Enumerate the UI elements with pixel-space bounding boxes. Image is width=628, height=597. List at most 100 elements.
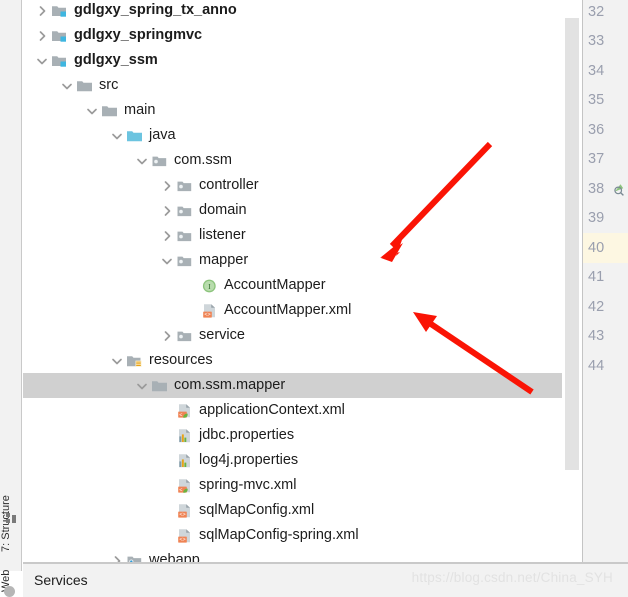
tree-row[interactable]: <> sqlMapConfig-spring.xml [23,523,572,548]
module-folder-icon [51,53,69,69]
tree-row-label: controller [199,177,259,193]
chevron-down-icon[interactable] [160,254,174,268]
gutter-line-number: 43 [588,328,605,345]
tree-row-label: resources [149,352,213,368]
gutter-line-row[interactable]: 43 [583,322,628,352]
tree-row[interactable]: resources [23,348,572,373]
properties-file-icon [176,428,194,444]
spring-xml-file-icon: < [176,478,194,494]
tree-row[interactable]: listener [23,223,572,248]
gutter-line-row[interactable]: 34 [583,56,628,86]
tree-row[interactable]: mapper [23,248,572,273]
gutter-line-row[interactable]: 33 [583,27,628,57]
tree-row-label: spring-mvc.xml [199,477,297,493]
chevron-right-icon[interactable] [35,29,49,43]
folder-icon [151,378,169,394]
svg-text:<>: <> [179,537,185,543]
gutter-line-row[interactable]: 42 [583,292,628,322]
gutter-line-row[interactable]: 32 [583,0,628,27]
package-icon [176,228,194,244]
chevron-down-icon[interactable] [60,79,74,93]
editor-line-number-gutter: 32 33 34 35 36 37 38 39 40 41 42 43 44 [583,0,628,562]
tree-row[interactable]: service [23,323,572,348]
chevron-right-icon[interactable] [160,229,174,243]
gutter-line-row[interactable]: 44 [583,351,628,381]
spring-xml-file-icon: < [176,403,194,419]
gutter-line-number: 41 [588,269,605,286]
gutter-line-row[interactable]: 38 [583,174,628,204]
tree-row-label: sqlMapConfig-spring.xml [199,527,359,543]
java-interface-icon: I [201,278,219,294]
status-bar-item-services[interactable]: Services [34,572,88,588]
tree-row[interactable]: gdlgxy_spring_tx_anno [23,0,572,23]
chevron-down-icon[interactable] [35,54,49,68]
project-tree[interactable]: gdlgxy_spring_tx_anno gdlgxy_springmvcgdl… [23,0,572,562]
tree-row[interactable]: gdlgxy_ssm [23,48,572,73]
gutter-line-row[interactable]: 40 [583,233,628,263]
tree-row-label: AccountMapper [224,277,326,293]
tree-chevron-spacer [160,429,174,443]
tree-row-label: jdbc.properties [199,427,295,443]
tree-row-label: AccountMapper.xml [224,302,352,318]
tree-row-label: src [99,77,119,93]
tree-row[interactable]: main [23,98,572,123]
gutter-line-number: 37 [588,151,605,168]
tree-row[interactable]: controller [23,173,572,198]
tree-scrollbar-thumb[interactable] [565,18,579,470]
tree-row[interactable]: <> sqlMapConfig.xml [23,498,572,523]
tree-row-label: com.ssm [174,152,232,168]
tree-row[interactable]: com.ssm.mapper [23,373,572,398]
resource-root-folder-icon [126,353,144,369]
inspection-magnifier-icon[interactable] [612,182,626,196]
xml-file-icon: <> [176,503,194,519]
tree-row[interactable]: < applicationContext.xml [23,398,572,423]
tree-row[interactable]: domain [23,198,572,223]
gutter-line-row[interactable]: 37 [583,145,628,175]
tree-chevron-spacer [160,404,174,418]
tree-row-label: log4j.properties [199,452,299,468]
tree-chevron-spacer [185,279,199,293]
chevron-down-icon[interactable] [110,354,124,368]
chevron-down-icon[interactable] [110,129,124,143]
chevron-down-icon[interactable] [135,379,149,393]
tree-row[interactable]: com.ssm [23,148,572,173]
tree-row[interactable]: log4j.properties [23,448,572,473]
gutter-line-number: 39 [588,210,605,227]
gutter-line-number: 33 [588,33,605,50]
structure-dots-icon [6,513,16,523]
gutter-line-number: 35 [588,92,605,109]
tree-chevron-spacer [160,504,174,518]
chevron-down-icon[interactable] [85,104,99,118]
tool-window-button-structure[interactable]: 7: Structure [0,432,22,552]
gutter-line-row[interactable]: 36 [583,115,628,145]
chevron-right-icon[interactable] [160,179,174,193]
tree-row-label: mapper [199,252,249,268]
module-folder-icon [51,28,69,44]
gutter-line-row[interactable]: 35 [583,86,628,116]
gutter-line-number: 36 [588,121,605,138]
chevron-right-icon[interactable] [35,4,49,18]
tree-row[interactable]: webapp [23,548,572,562]
tree-row[interactable]: < spring-mvc.xml [23,473,572,498]
tree-row[interactable]: I AccountMapper [23,273,572,298]
tree-row-label: listener [199,227,246,243]
svg-text:<>: <> [204,312,210,318]
tree-row[interactable]: gdlgxy_springmvc [23,23,572,48]
chevron-right-icon[interactable] [160,204,174,218]
tree-row[interactable]: <> AccountMapper.xml [23,298,572,323]
tree-row-label: gdlgxy_ssm [74,52,158,68]
gutter-line-number: 34 [588,62,605,79]
gutter-line-row[interactable]: 41 [583,263,628,293]
package-icon [176,178,194,194]
tree-row[interactable]: src [23,73,572,98]
tree-row[interactable]: jdbc.properties [23,423,572,448]
tree-row[interactable]: java [23,123,572,148]
tree-row-label: gdlgxy_springmvc [74,27,203,43]
gutter-line-row[interactable]: 39 [583,204,628,234]
chevron-down-icon[interactable] [135,154,149,168]
watermark-text: https://blog.csdn.net/China_SYH [411,570,613,585]
package-icon [151,153,169,169]
chevron-right-icon[interactable] [110,554,124,562]
chevron-right-icon[interactable] [160,329,174,343]
status-bar: Services https://blog.csdn.net/China_SYH [23,563,628,597]
